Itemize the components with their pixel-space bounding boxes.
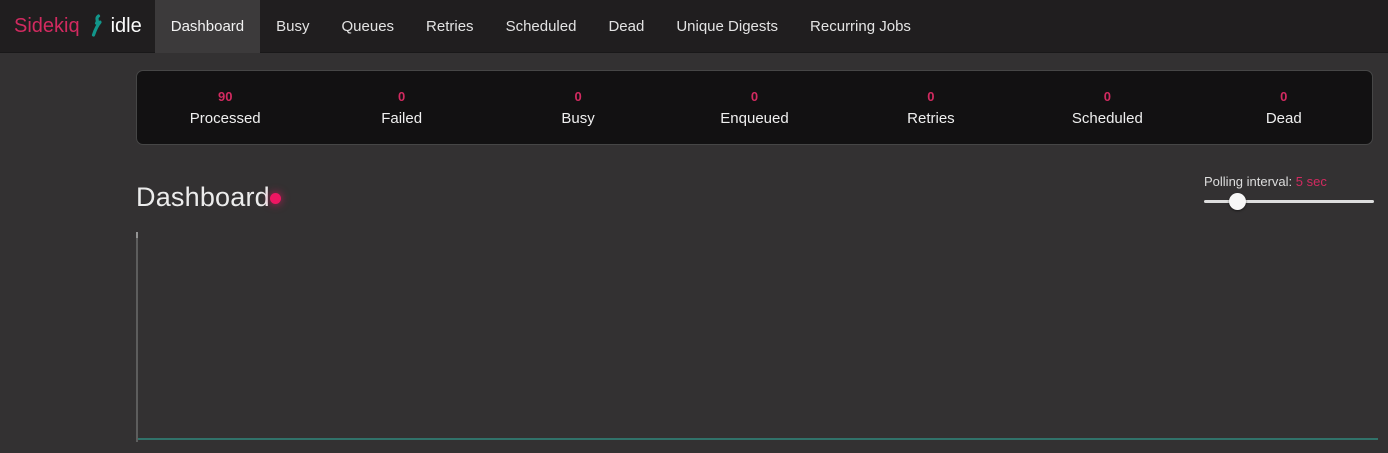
polling-interval-caption: Polling interval: 5 sec [1204, 174, 1376, 189]
chart-y-axis-tick [136, 232, 138, 238]
stat-retries-label: Retries [843, 107, 1019, 131]
stat-enqueued-value: 0 [666, 87, 842, 107]
stat-busy-label: Busy [490, 107, 666, 131]
nav-item-scheduled[interactable]: Scheduled [490, 0, 593, 53]
stat-failed-label: Failed [313, 107, 489, 131]
brand-name[interactable]: Sidekiq [14, 15, 80, 38]
stat-failed[interactable]: 0 Failed [313, 87, 489, 131]
stat-dead-value: 0 [1196, 87, 1372, 107]
polling-interval-slider[interactable] [1204, 200, 1374, 203]
stat-scheduled-label: Scheduled [1019, 107, 1195, 131]
nav-item-retries[interactable]: Retries [410, 0, 490, 53]
stat-scheduled[interactable]: 0 Scheduled [1019, 87, 1195, 131]
realtime-chart [136, 232, 1388, 442]
stat-dead-label: Dead [1196, 107, 1372, 131]
nav-item-busy[interactable]: Busy [260, 0, 325, 53]
polling-interval-label: Polling interval: [1204, 174, 1292, 189]
nav-item-queues[interactable]: Queues [326, 0, 411, 53]
chart-y-axis [136, 232, 138, 442]
polling-slider-thumb[interactable] [1229, 193, 1246, 210]
stat-enqueued[interactable]: 0 Enqueued [666, 87, 842, 131]
page-title: Dashboard [136, 182, 270, 213]
top-navbar: Sidekiq idle Dashboard Busy Queues Retri… [0, 0, 1388, 53]
chart-processed-line [138, 438, 1378, 440]
polling-interval-value: 5 sec [1296, 174, 1327, 189]
stat-busy[interactable]: 0 Busy [490, 87, 666, 131]
stats-summary-bar: 90 Processed 0 Failed 0 Busy 0 Enqueued … [136, 70, 1373, 145]
process-status-label: idle [111, 15, 142, 38]
nav-item-dead[interactable]: Dead [592, 0, 660, 53]
stat-retries[interactable]: 0 Retries [843, 87, 1019, 131]
nav-item-unique-digests[interactable]: Unique Digests [660, 0, 794, 53]
nav-item-dashboard[interactable]: Dashboard [155, 0, 260, 53]
stat-processed[interactable]: 90 Processed [137, 87, 313, 131]
stat-processed-value: 90 [137, 87, 313, 107]
sidekiq-brand[interactable]: Sidekiq idle [0, 0, 142, 52]
stat-dead[interactable]: 0 Dead [1196, 87, 1372, 131]
stat-failed-value: 0 [313, 87, 489, 107]
nav-menu: Dashboard Busy Queues Retries Scheduled … [155, 0, 927, 53]
nav-item-recurring-jobs[interactable]: Recurring Jobs [794, 0, 927, 53]
stat-scheduled-value: 0 [1019, 87, 1195, 107]
stat-retries-value: 0 [843, 87, 1019, 107]
polling-control: Polling interval: 5 sec [1204, 174, 1376, 203]
sidekiq-logo-icon [88, 14, 104, 38]
stat-busy-value: 0 [490, 87, 666, 107]
stat-processed-label: Processed [137, 107, 313, 131]
live-beacon-dot [270, 193, 281, 204]
stat-enqueued-label: Enqueued [666, 107, 842, 131]
